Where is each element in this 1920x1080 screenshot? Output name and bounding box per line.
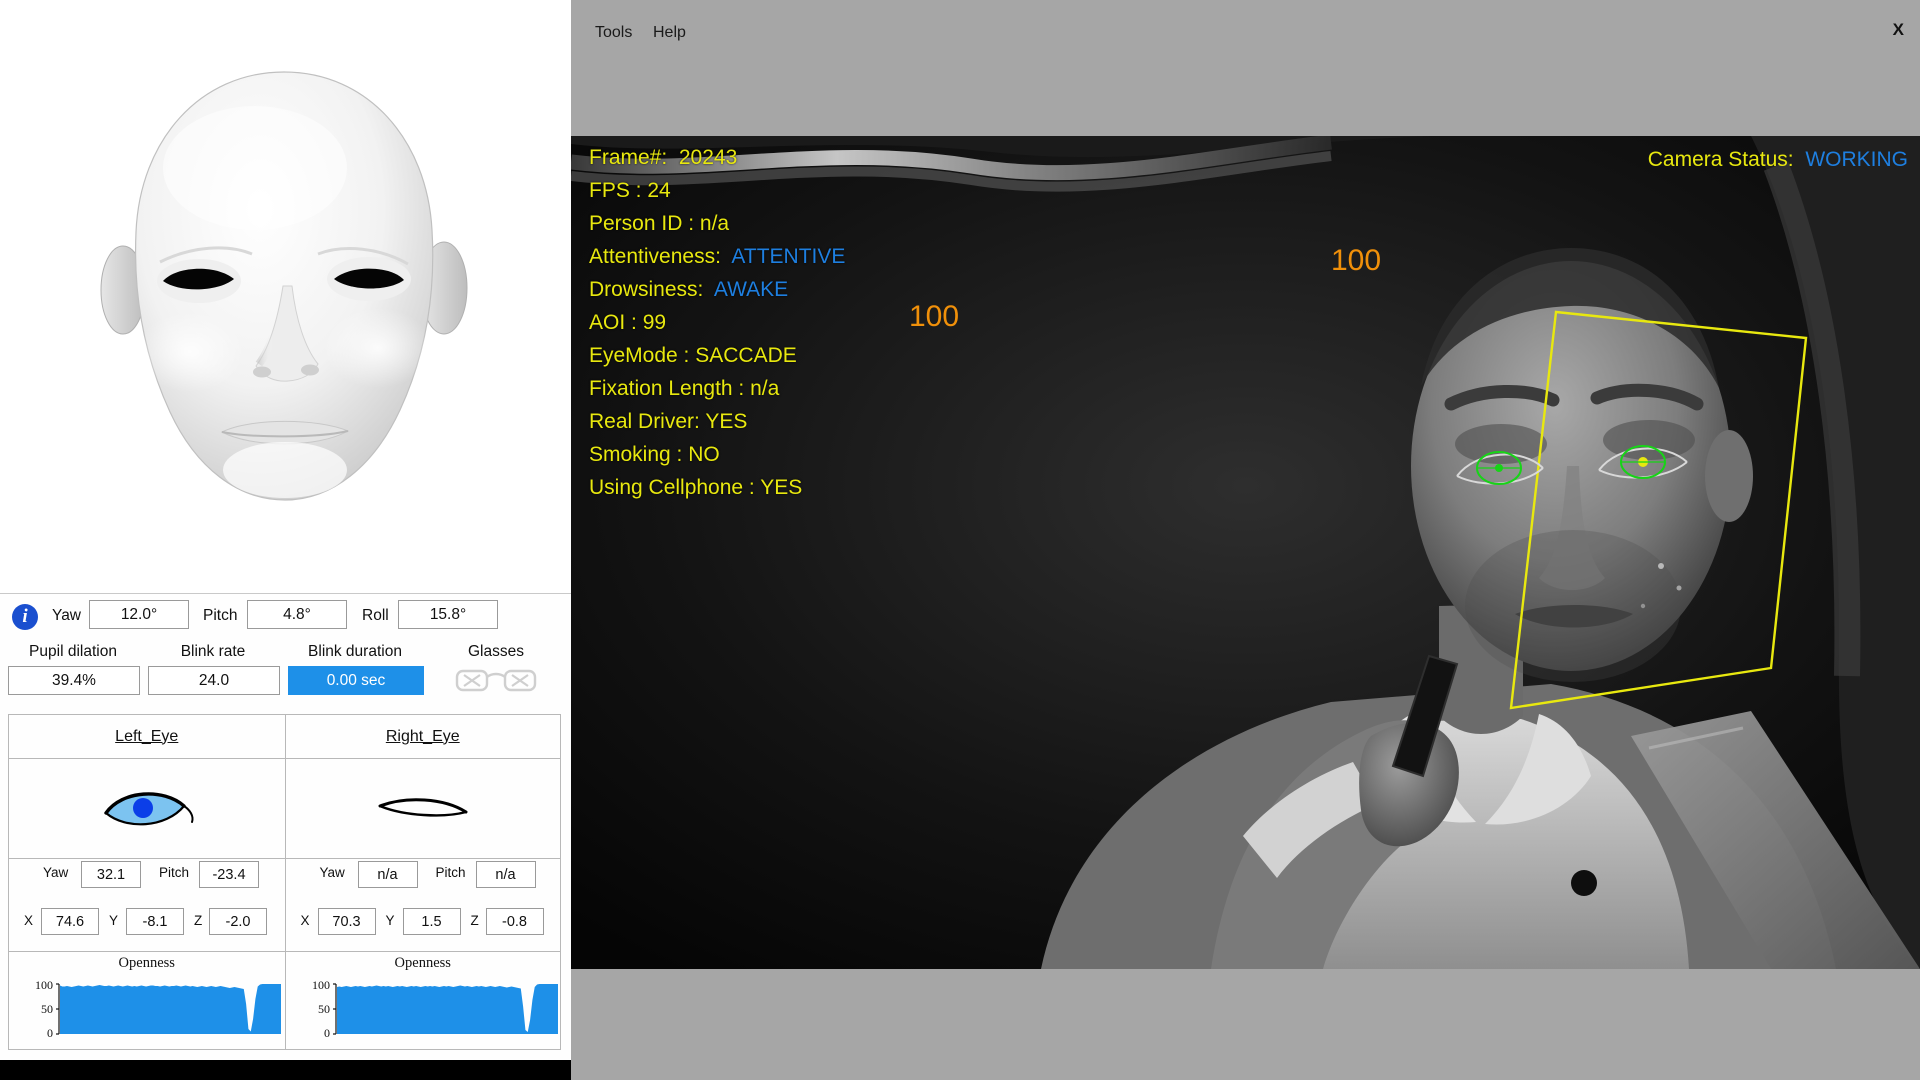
right-eye-pitch-label: Pitch [436, 865, 466, 880]
glasses-icon [455, 665, 537, 695]
head-roll-label: Roll [362, 607, 389, 625]
blink-duration-value[interactable]: 0.00 sec [288, 666, 424, 695]
glasses-label: Glasses [440, 643, 552, 661]
right-eye-y-label: Y [386, 913, 395, 928]
left-eye-yaw-value[interactable]: 32.1 [81, 861, 141, 888]
right-openness-chart: 100 50 0 [286, 972, 561, 1044]
head-pose-row: i Yaw 12.0° Pitch 4.8° Roll 15.8° [0, 595, 571, 637]
right-eye-header: Right_Eye [286, 715, 561, 759]
left-eye-pitch-label: Pitch [159, 865, 189, 880]
left-eye-title: Left_Eye [115, 728, 178, 746]
left-eye-glyph-cell [9, 759, 285, 859]
right-eye-values: Yaw n/a Pitch n/a X 70.3 Y 1.5 Z -0.8 [286, 859, 561, 951]
right-eye-yaw-value[interactable]: n/a [358, 861, 418, 888]
right-eye-pitch-value[interactable]: n/a [476, 861, 536, 888]
camera-frame-image [571, 136, 1920, 969]
right-openness-tick-50: 50 [318, 1002, 330, 1016]
head-yaw-value[interactable]: 12.0° [89, 600, 189, 629]
right-eye-yaw-label: Yaw [320, 865, 345, 880]
video-window: Tools Help X [571, 0, 1920, 1080]
right-eye-column: Right_Eye Yaw n/a Pitch n/a X 70.3 Y [285, 715, 561, 1049]
left-openness-plot: 100 50 0 [9, 972, 285, 1044]
menu-bar: Tools Help X [571, 0, 1920, 68]
eye-open-icon [92, 780, 202, 838]
left-control-panel: i Yaw 12.0° Pitch 4.8° Roll 15.8° Pupil … [0, 0, 571, 1060]
driver-metrics-row: Pupil dilation 39.4% Blink rate 24.0 Bli… [0, 643, 571, 703]
left-eye-pitch-value[interactable]: -23.4 [199, 861, 259, 888]
right-openness-plot: 100 50 0 [286, 972, 562, 1044]
right-openness-tick-0: 0 [324, 1026, 330, 1040]
ir-camera-feed[interactable]: Frame#: 20243 FPS : 24 Person ID : n/a A… [571, 136, 1920, 969]
left-eye-yaw-label: Yaw [43, 865, 68, 880]
blink-rate-label: Blink rate [148, 643, 278, 661]
left-openness-tick-50: 50 [41, 1002, 53, 1016]
window-bottom-strip [571, 969, 1920, 1080]
eye-metrics-table: Left_Eye Yaw 32.1 Pitch -23.4 [8, 714, 561, 1050]
left-eye-z-value[interactable]: -2.0 [209, 908, 267, 935]
left-eye-x-value[interactable]: 74.6 [41, 908, 99, 935]
right-openness-title: Openness [286, 955, 561, 972]
left-openness-section: Openness 100 50 0 [9, 951, 285, 1049]
right-openness-tick-100: 100 [312, 978, 330, 992]
pupil-dilation-label: Pupil dilation [8, 643, 138, 661]
head-model-render [0, 0, 571, 593]
left-eye-z-label: Z [194, 913, 202, 928]
left-eye-y-value[interactable]: -8.1 [126, 908, 184, 935]
head-yaw-label: Yaw [52, 607, 81, 625]
left-openness-tick-100: 100 [35, 978, 53, 992]
right-eye-x-label: X [301, 913, 310, 928]
right-eye-z-label: Z [471, 913, 479, 928]
right-openness-section: Openness 100 50 0 [286, 951, 561, 1049]
left-eye-header: Left_Eye [9, 715, 285, 759]
left-openness-tick-0: 0 [47, 1026, 53, 1040]
info-icon[interactable]: i [12, 604, 38, 630]
left-openness-chart: 100 50 0 [9, 972, 285, 1044]
head-roll-value[interactable]: 15.8° [398, 600, 498, 629]
eye-closed-icon [368, 780, 478, 838]
left-openness-title: Openness [9, 955, 285, 972]
pupil-dilation-value[interactable]: 39.4% [8, 666, 140, 695]
right-eye-x-value[interactable]: 70.3 [318, 908, 376, 935]
head-pitch-label: Pitch [203, 607, 237, 625]
left-eye-y-label: Y [109, 913, 118, 928]
menu-item-tools[interactable]: Tools [595, 24, 632, 42]
blink-rate-value[interactable]: 24.0 [148, 666, 280, 695]
head-pitch-value[interactable]: 4.8° [247, 600, 347, 629]
divider-headpose [0, 593, 571, 594]
menu-item-help[interactable]: Help [653, 24, 686, 42]
right-eye-y-value[interactable]: 1.5 [403, 908, 461, 935]
left-eye-x-label: X [24, 913, 33, 928]
right-eye-title: Right_Eye [386, 728, 460, 746]
blink-duration-label: Blink duration [288, 643, 422, 661]
head-pose-3d-viewport[interactable] [0, 0, 571, 593]
right-eye-glyph-cell [286, 759, 561, 859]
left-eye-values: Yaw 32.1 Pitch -23.4 X 74.6 Y -8.1 Z -2.… [9, 859, 285, 951]
left-eye-column: Left_Eye Yaw 32.1 Pitch -23.4 [9, 715, 285, 1049]
app-root: i Yaw 12.0° Pitch 4.8° Roll 15.8° Pupil … [0, 0, 1920, 1080]
right-eye-z-value[interactable]: -0.8 [486, 908, 544, 935]
close-icon[interactable]: X [1893, 20, 1904, 40]
